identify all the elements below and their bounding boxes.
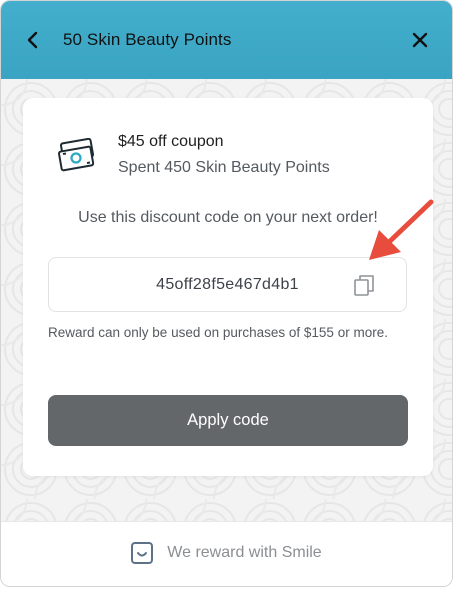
- header-bar: 50 Skin Beauty Points: [1, 1, 452, 79]
- coupon-bill-icon: [57, 138, 95, 172]
- footer-label: We reward with Smile: [167, 544, 322, 561]
- annotation-arrow: [369, 199, 434, 260]
- back-button[interactable]: [19, 26, 47, 54]
- close-icon: [412, 32, 428, 48]
- smile-logo-icon: [131, 542, 154, 564]
- rewards-panel: 50 Skin Beauty Points $45 off coupon Spe…: [0, 0, 453, 587]
- copy-icon[interactable]: [352, 273, 376, 297]
- discount-code-field[interactable]: 45off28f5e467d4b1: [48, 257, 407, 312]
- chevron-left-icon: [27, 31, 38, 49]
- reward-card: $45 off coupon Spent 450 Skin Beauty Poi…: [23, 98, 434, 476]
- reward-title: $45 off coupon: [118, 133, 224, 150]
- reward-subtitle: Spent 450 Skin Beauty Points: [118, 159, 330, 176]
- apply-code-button[interactable]: Apply code: [48, 395, 408, 446]
- footer: We reward with Smile: [1, 521, 452, 586]
- instructions-text: Use this discount code on your next orde…: [78, 209, 378, 226]
- page-title: 50 Skin Beauty Points: [63, 30, 232, 49]
- close-button[interactable]: [406, 26, 434, 54]
- minimum-purchase-notice: Reward can only be used on purchases of …: [48, 325, 388, 340]
- smile-branding-link[interactable]: We reward with Smile: [1, 542, 452, 564]
